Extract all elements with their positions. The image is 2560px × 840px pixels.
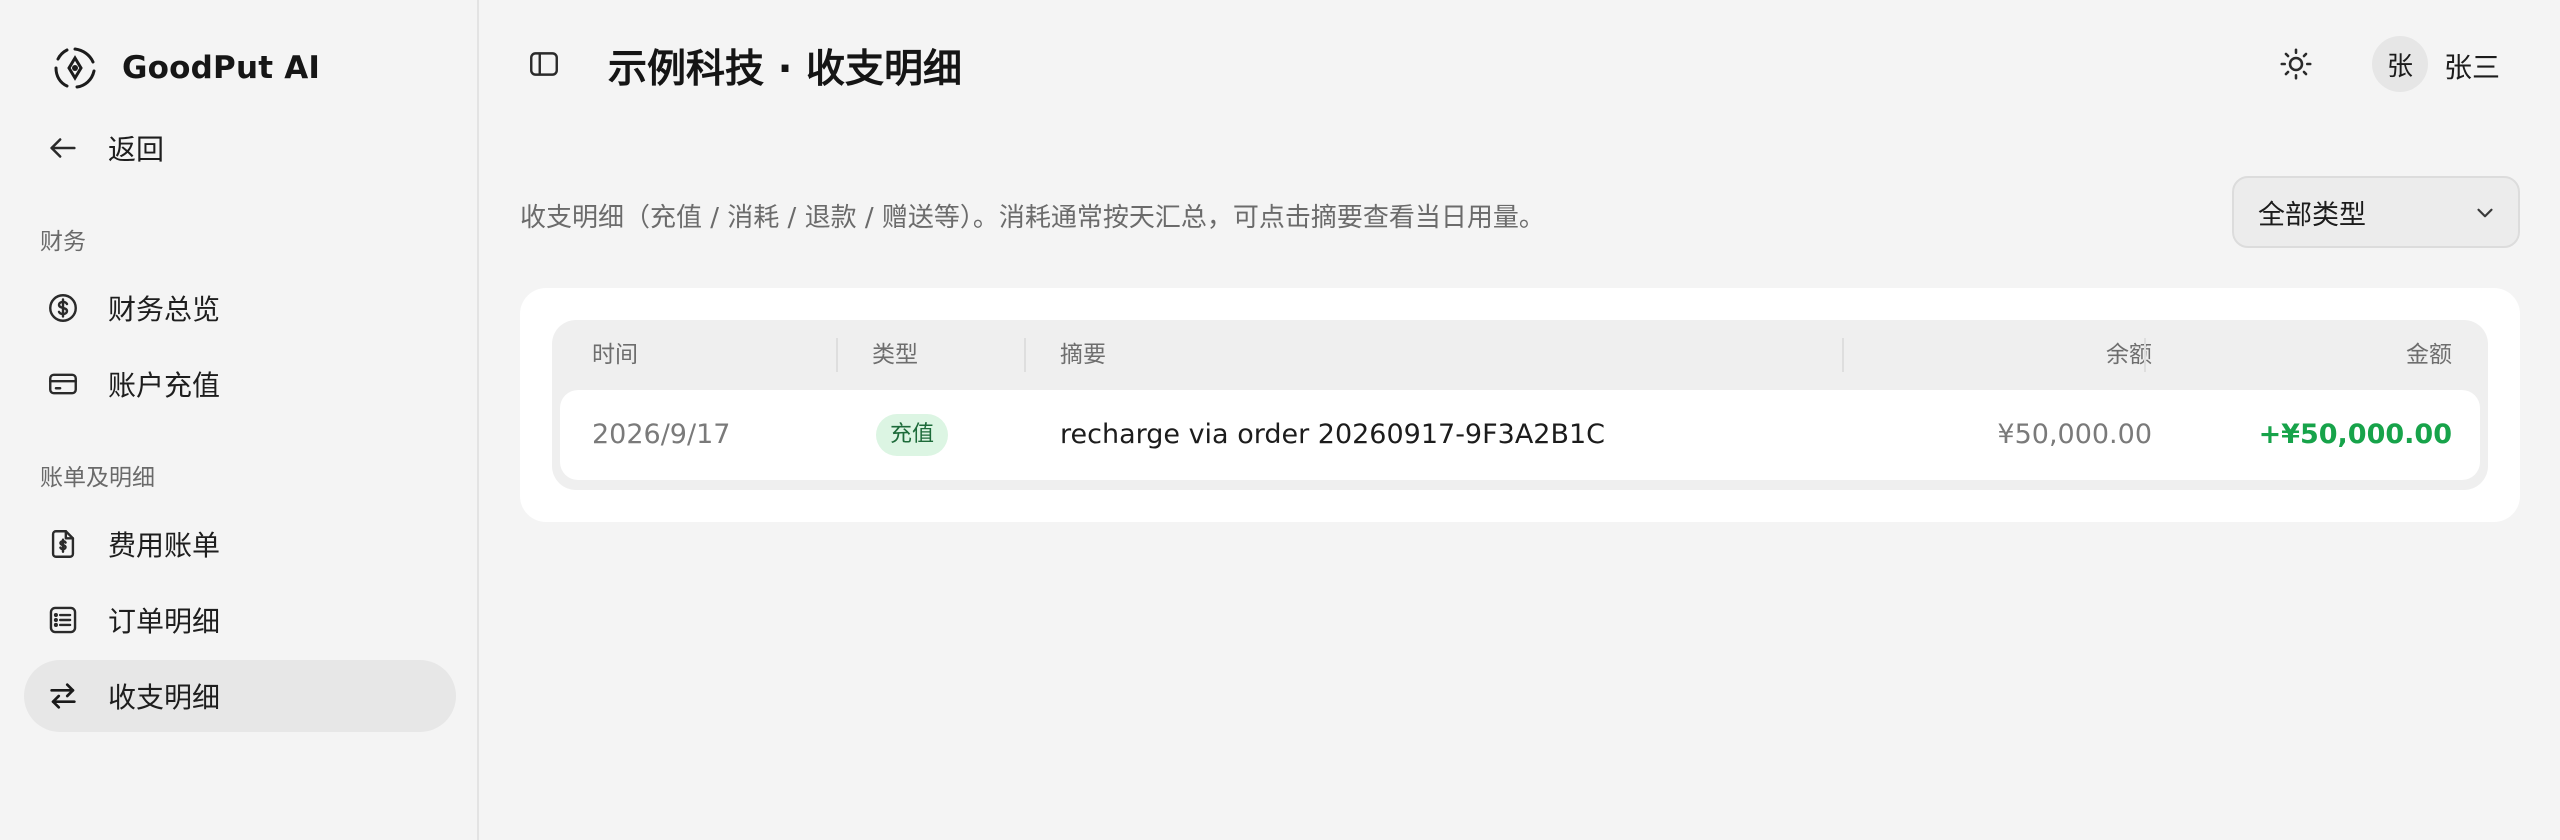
goodput-logo-icon <box>54 47 96 89</box>
sidebar-item-label: 费用账单 <box>108 529 221 562</box>
column-header-balance: 余额 <box>2106 342 2152 368</box>
credit-card-icon <box>44 365 82 403</box>
back-button[interactable]: 返回 <box>24 112 456 184</box>
brand[interactable]: GoodPut AI <box>50 40 320 96</box>
back-label: 返回 <box>108 133 165 166</box>
column-divider <box>1842 338 1844 372</box>
sun-icon <box>2280 48 2312 80</box>
column-divider <box>1024 338 1026 372</box>
type-badge: 充值 <box>876 414 949 456</box>
column-divider <box>836 338 838 372</box>
brand-name: GoodPut AI <box>122 50 321 86</box>
sidebar-item-account-recharge[interactable]: 账户充值 <box>24 348 456 420</box>
sidebar-item-order-details[interactable]: 订单明细 <box>24 584 456 656</box>
sidebar: GoodPut AI 返回 财务 财务总览 账户充值 账单及明细 费用账单 订单… <box>0 0 479 840</box>
column-header-type: 类型 <box>872 342 918 368</box>
column-header-time: 时间 <box>592 342 638 368</box>
cell-amount: +¥50,000.00 <box>2258 419 2452 450</box>
sidebar-toggle-button[interactable] <box>524 44 564 84</box>
transactions-table: 时间 类型 摘要 余额 金额 2026/9/17 充值 recharge via… <box>552 320 2488 490</box>
page-title: 示例科技 · 收支明细 <box>608 47 962 92</box>
sidebar-item-label: 账户充值 <box>108 369 221 402</box>
user-name[interactable]: 张三 <box>2444 46 2500 86</box>
dollar-circle-icon <box>44 289 82 327</box>
list-icon <box>44 601 82 639</box>
column-header-summary: 摘要 <box>1060 342 1106 368</box>
theme-toggle-button[interactable] <box>2274 42 2318 86</box>
sidebar-item-transactions[interactable]: 收支明细 <box>24 660 456 732</box>
section-title-billing: 账单及明细 <box>40 465 155 491</box>
column-header-amount: 金额 <box>2406 342 2452 368</box>
table-row: 2026/9/17 充值 recharge via order 20260917… <box>560 390 2480 480</box>
sidebar-item-label: 财务总览 <box>108 293 221 326</box>
cell-balance: ¥50,000.00 <box>1997 419 2152 450</box>
section-title-finance: 财务 <box>40 229 86 255</box>
chevron-down-icon <box>2477 208 2493 218</box>
sidebar-item-fee-bills[interactable]: 费用账单 <box>24 508 456 580</box>
avatar[interactable]: 张 <box>2372 36 2428 92</box>
arrows-swap-icon <box>44 677 82 715</box>
page-description: 收支明细（充值 / 消耗 / 退款 / 赠送等）。消耗通常按天汇总，可点击摘要查… <box>520 203 1545 233</box>
column-divider <box>2144 338 2146 372</box>
arrow-left-icon <box>44 129 82 167</box>
cell-summary-link[interactable]: recharge via order 20260917-9F3A2B1C <box>1060 390 1605 480</box>
sidebar-item-finance-overview[interactable]: 财务总览 <box>24 272 456 344</box>
receipt-dollar-icon <box>44 525 82 563</box>
sidebar-item-label: 收支明细 <box>108 681 221 714</box>
type-filter-select[interactable]: 全部类型 <box>2232 176 2520 248</box>
transactions-card: 时间 类型 摘要 余额 金额 2026/9/17 充值 recharge via… <box>520 288 2520 522</box>
type-filter-value: 全部类型 <box>2258 199 2366 231</box>
table-header: 时间 类型 摘要 余额 金额 <box>552 320 2488 390</box>
cell-time: 2026/9/17 <box>592 419 731 450</box>
sidebar-panel-icon <box>530 52 558 76</box>
sidebar-item-label: 订单明细 <box>108 605 221 638</box>
